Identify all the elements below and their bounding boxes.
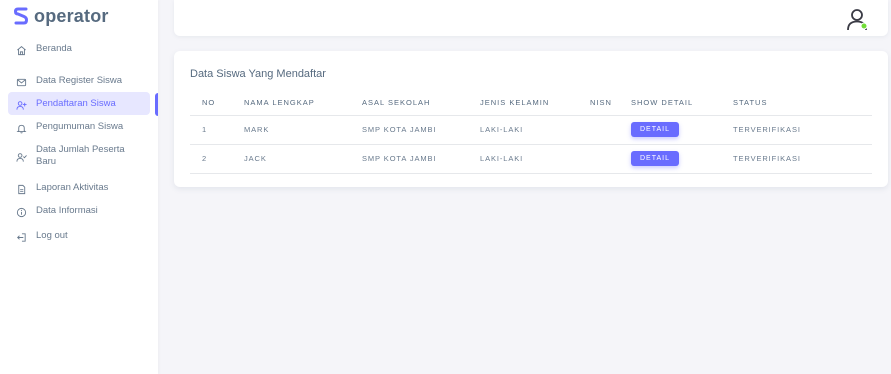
sidebar-item-data-register-siswa[interactable]: Data Register Siswa <box>8 69 150 92</box>
sidebar-menu: Beranda Data Register Siswa Pendaftaran … <box>0 38 158 247</box>
user-check-icon <box>14 150 28 164</box>
sidebar-item-beranda[interactable]: Beranda <box>8 38 150 60</box>
brand-name: operator <box>34 5 109 26</box>
detail-button[interactable]: DETAIL <box>631 122 679 137</box>
sidebar-item-log-out[interactable]: Log out <box>8 224 150 247</box>
file-icon <box>14 182 28 196</box>
column-header-nama-lengkap: NAMA LENGKAP <box>232 90 350 116</box>
sidebar-item-label: Data Informasi <box>36 205 98 216</box>
active-indicator <box>155 93 158 116</box>
user-plus-icon <box>14 98 28 112</box>
s-logo-icon <box>14 7 28 25</box>
cell-nisn <box>578 144 619 174</box>
sidebar-item-label: Data Jumlah Peserta Baru <box>36 144 125 167</box>
sidebar-item-data-informasi[interactable]: Data Informasi <box>8 199 150 222</box>
column-header-no: NO <box>190 90 232 116</box>
column-header-show-detail: SHOW DETAIL <box>619 90 721 116</box>
cell-asal-sekolah: SMP KOTA JAMBI <box>350 144 468 174</box>
column-header-asal-sekolah: ASAL SEKOLAH <box>350 90 468 116</box>
cell-nama-lengkap: MARK <box>232 115 350 145</box>
sidebar-item-pengumuman-siswa[interactable]: Pengumuman Siswa <box>8 115 150 138</box>
mail-icon <box>14 75 28 89</box>
sidebar-item-label: Laporan Aktivitas <box>36 182 109 193</box>
sidebar: operator Beranda Data Register Siswa Pen… <box>0 0 158 374</box>
cell-show-detail: DETAIL <box>619 115 721 145</box>
sidebar-item-pendaftaran-siswa[interactable]: Pendaftaran Siswa <box>8 92 150 115</box>
cell-asal-sekolah: SMP KOTA JAMBI <box>350 115 468 145</box>
sidebar-item-laporan-aktivitas[interactable]: Laporan Aktivitas <box>8 176 150 199</box>
user-avatar-icon[interactable] <box>844 6 870 32</box>
sidebar-item-label: Pengumuman Siswa <box>36 121 124 132</box>
sidebar-item-label: Data Register Siswa <box>36 75 123 86</box>
status-badge: TERVERIFIKASI <box>721 115 872 145</box>
table-row: 1 MARK SMP KOTA JAMBI LAKI-LAKI DETAIL T… <box>190 115 872 145</box>
sidebar-item-label: Log out <box>36 230 68 241</box>
cell-nama-lengkap: JACK <box>232 144 350 174</box>
brand[interactable]: operator <box>14 2 109 30</box>
card-title: Data Siswa Yang Mendaftar <box>190 68 326 80</box>
cell-no: 2 <box>190 144 232 174</box>
home-icon <box>14 43 28 57</box>
log-out-icon <box>14 230 28 244</box>
cell-nisn <box>578 115 619 145</box>
detail-button[interactable]: DETAIL <box>631 151 679 166</box>
column-header-nisn: NISN <box>578 90 619 116</box>
table-row: 2 JACK SMP KOTA JAMBI LAKI-LAKI DETAIL T… <box>190 144 872 174</box>
info-icon <box>14 205 28 219</box>
column-header-jenis-kelamin: JENIS KELAMIN <box>468 90 578 116</box>
sidebar-item-data-jumlah-peserta-baru[interactable]: Data Jumlah Peserta Baru <box>8 140 150 176</box>
bell-icon <box>14 121 28 135</box>
sidebar-item-label: Pendaftaran Siswa <box>36 98 116 109</box>
status-badge: TERVERIFIKASI <box>721 144 872 174</box>
topbar <box>174 0 888 36</box>
student-list-card: Data Siswa Yang Mendaftar NO NAMA LENGKA… <box>174 51 888 187</box>
cell-no: 1 <box>190 115 232 145</box>
cell-show-detail: DETAIL <box>619 144 721 174</box>
sidebar-item-label: Beranda <box>36 43 72 54</box>
table-header-row: NO NAMA LENGKAP ASAL SEKOLAH JENIS KELAM… <box>190 90 872 116</box>
cell-jenis-kelamin: LAKI-LAKI <box>468 144 578 174</box>
column-header-status: STATUS <box>721 90 872 116</box>
cell-jenis-kelamin: LAKI-LAKI <box>468 115 578 145</box>
student-table: NO NAMA LENGKAP ASAL SEKOLAH JENIS KELAM… <box>190 90 872 174</box>
